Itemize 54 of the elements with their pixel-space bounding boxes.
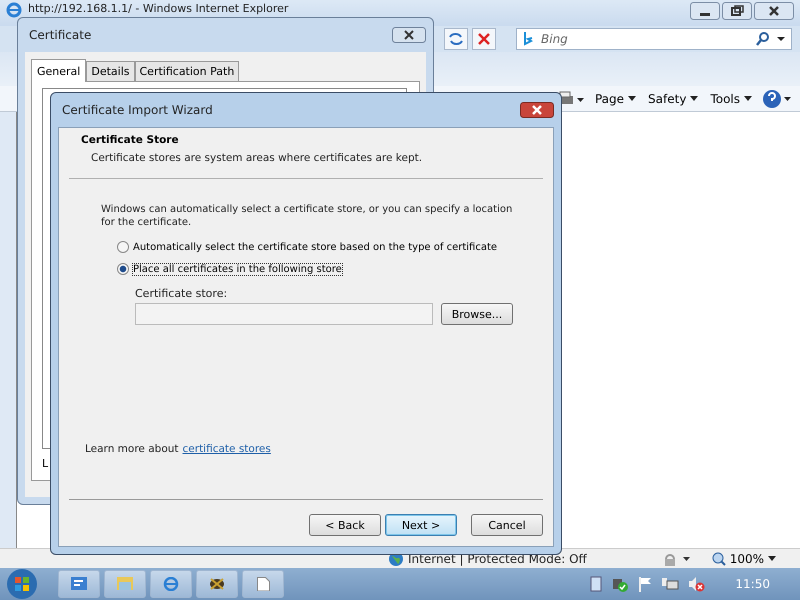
menu-button[interactable]: Tools — [708, 92, 754, 106]
radio-option[interactable]: Automatically select the certificate store based on the type of certificate — [117, 241, 523, 253]
refresh-icon[interactable] — [444, 28, 468, 50]
dialog-button[interactable]: Cancel — [471, 514, 543, 536]
folder-icon — [117, 577, 133, 591]
dropdown-arrow-icon[interactable] — [776, 36, 786, 42]
stop-icon[interactable] — [472, 28, 496, 50]
shield-check-icon[interactable] — [611, 576, 630, 592]
taskbar-button[interactable] — [196, 570, 238, 598]
start-button[interactable] — [4, 568, 40, 600]
section-heading: Certificate Store — [81, 134, 180, 146]
speaker-muted-icon[interactable] — [687, 576, 706, 592]
ie-logo-icon — [163, 577, 179, 591]
menu-button[interactable]: Safety — [646, 92, 700, 106]
menu-button[interactable]: Page — [592, 92, 638, 106]
zoom-button[interactable]: 100% — [706, 550, 782, 566]
minimize-button[interactable] — [690, 2, 720, 20]
document-icon[interactable] — [589, 576, 604, 592]
browse-button[interactable]: Browse... — [441, 303, 513, 325]
close-button[interactable] — [520, 102, 554, 118]
search-field[interactable]: Bing — [516, 28, 792, 50]
tab[interactable]: Certification Path — [134, 61, 240, 81]
dialog-title: Certificate — [29, 28, 92, 42]
link[interactable]: certificate stores — [182, 443, 271, 455]
maximize-button[interactable] — [722, 2, 752, 20]
caret-icon[interactable] — [744, 96, 752, 101]
caret-icon[interactable] — [628, 96, 636, 101]
intro-text: Windows can automatically select a certificate store, or you can specify a location for the certificate. — [101, 203, 514, 229]
tab[interactable]: Details — [86, 61, 134, 81]
close-button[interactable] — [392, 27, 426, 43]
caret-icon[interactable] — [768, 556, 776, 561]
learn-more-text: Learn more about — [85, 443, 179, 455]
dialog-button[interactable]: < Back — [309, 514, 381, 536]
taskbar-button[interactable] — [242, 570, 284, 598]
field-label: Certificate store: — [135, 287, 228, 300]
document-icon — [255, 577, 271, 591]
close-button[interactable] — [754, 2, 794, 20]
footer-text: L — [42, 457, 48, 470]
caret-icon[interactable] — [690, 96, 698, 101]
taskbar-button[interactable] — [58, 570, 100, 598]
help-icon[interactable] — [762, 88, 792, 108]
dialog-title: Certificate Import Wizard — [62, 103, 213, 117]
network-icon[interactable] — [661, 576, 680, 592]
window-title: http://192.168.1.1/ - Windows Internet Explorer — [28, 2, 288, 15]
zoom-icon[interactable] — [712, 552, 726, 566]
app-icon — [71, 577, 87, 591]
ie-logo-icon[interactable] — [6, 2, 22, 18]
search-icon[interactable] — [756, 32, 770, 46]
section-description: Certificate stores are system areas where certificates are kept. — [91, 152, 424, 164]
flag-icon[interactable] — [637, 576, 654, 592]
dialog-button[interactable]: Next > — [385, 514, 457, 536]
radio-option[interactable]: Place all certificates in the following store — [117, 263, 523, 275]
bing-icon[interactable] — [523, 31, 535, 47]
tab[interactable]: General — [31, 59, 86, 82]
